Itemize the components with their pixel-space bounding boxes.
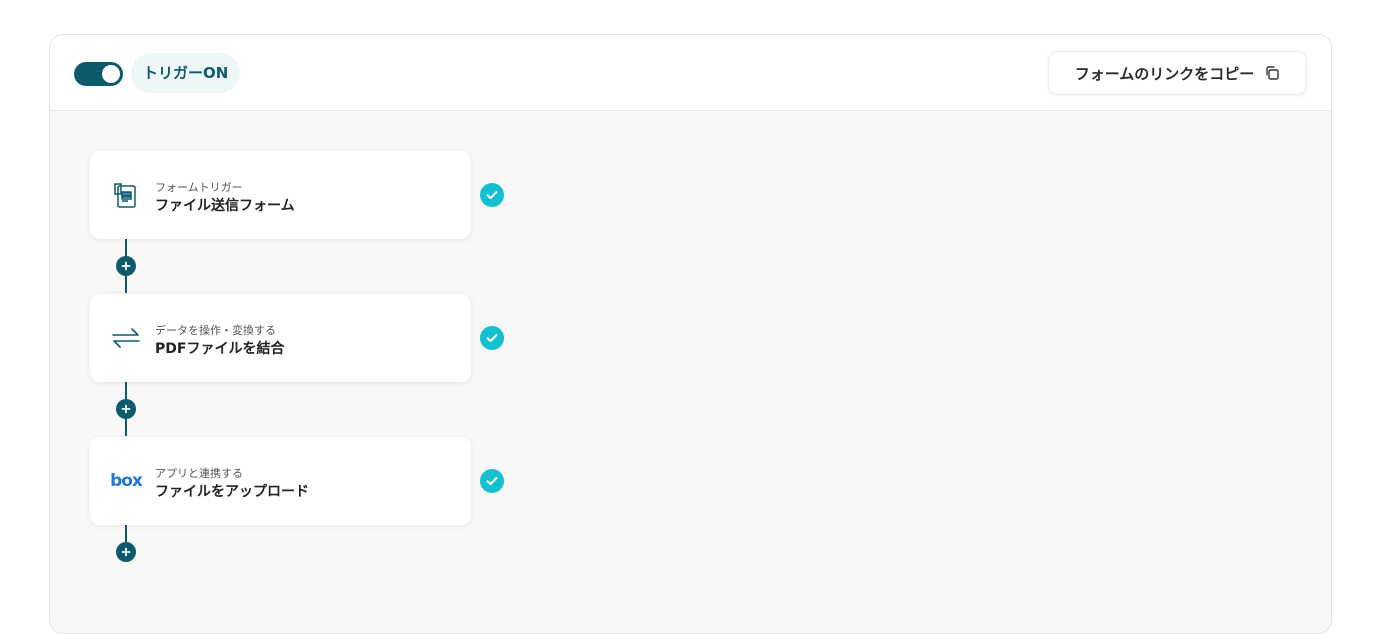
step-title: ファイル送信フォーム bbox=[155, 198, 295, 214]
step-card-transform[interactable]: データを操作・変換する PDFファイルを結合 bbox=[90, 294, 471, 382]
add-step-button[interactable] bbox=[116, 542, 136, 562]
form-icon bbox=[110, 179, 142, 211]
step-category: データを操作・変換する bbox=[155, 324, 276, 337]
step-category: アプリと連携する bbox=[155, 467, 243, 480]
step-card-form-trigger[interactable]: フォームトリガー ファイル送信フォーム bbox=[90, 151, 471, 239]
check-icon bbox=[480, 469, 504, 493]
box-logo: box bbox=[110, 465, 143, 497]
box-logo-text: box bbox=[110, 471, 143, 491]
flow-editor-panel: トリガーON フォームのリンクをコピー フォームトリガー ファイル送信フォーム bbox=[49, 34, 1332, 634]
copy-icon bbox=[1264, 65, 1280, 81]
trigger-toggle[interactable] bbox=[74, 62, 123, 86]
step-title: PDFファイルを結合 bbox=[155, 341, 285, 357]
add-step-button[interactable] bbox=[116, 256, 136, 276]
add-step-button[interactable] bbox=[116, 399, 136, 419]
step-card-box-upload[interactable]: box アプリと連携する ファイルをアップロード bbox=[90, 437, 471, 525]
check-icon bbox=[480, 326, 504, 350]
transform-arrows-icon bbox=[110, 322, 142, 354]
step-title: ファイルをアップロード bbox=[155, 484, 309, 500]
trigger-status-label: トリガーON bbox=[131, 53, 241, 93]
toggle-knob bbox=[102, 65, 120, 83]
copy-link-label: フォームのリンクをコピー bbox=[1074, 64, 1255, 83]
copy-form-link-button[interactable]: フォームのリンクをコピー bbox=[1048, 51, 1307, 95]
check-icon bbox=[480, 183, 504, 207]
flow-header: トリガーON フォームのリンクをコピー bbox=[50, 35, 1331, 111]
step-category: フォームトリガー bbox=[155, 181, 243, 194]
